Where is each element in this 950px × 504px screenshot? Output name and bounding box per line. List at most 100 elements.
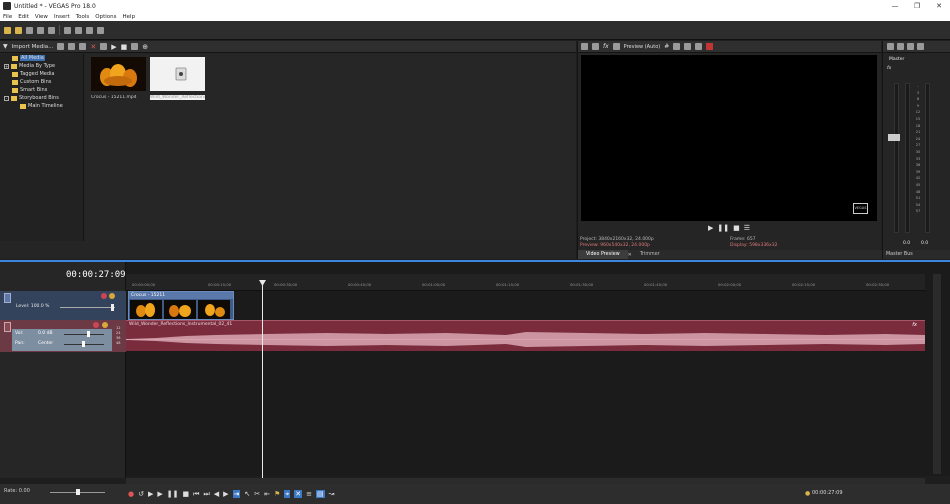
go-to-end-icon[interactable]: ⏭ bbox=[203, 490, 209, 498]
menu-options[interactable]: Options bbox=[92, 14, 119, 20]
ripple-icon[interactable]: ≡ bbox=[306, 490, 312, 498]
properties-icon[interactable] bbox=[48, 26, 55, 34]
speaker-icon[interactable] bbox=[907, 43, 914, 50]
copy-icon[interactable] bbox=[75, 26, 82, 34]
preview-quality-dropdown[interactable]: Preview (Auto) bbox=[624, 44, 661, 50]
stop-icon[interactable]: ■ bbox=[733, 224, 740, 232]
media-fx-icon[interactable] bbox=[79, 43, 87, 50]
stop-icon[interactable]: ■ bbox=[121, 43, 128, 51]
undo-icon[interactable] bbox=[86, 26, 93, 34]
import-media-icon[interactable]: ▼ bbox=[3, 43, 8, 50]
mute-icon[interactable] bbox=[897, 43, 904, 50]
menu-insert[interactable]: Insert bbox=[51, 14, 73, 20]
level-slider-handle[interactable] bbox=[111, 304, 114, 311]
stop-icon[interactable]: ■ bbox=[183, 490, 190, 498]
maximize-button[interactable]: ❐ bbox=[906, 0, 928, 12]
fx-icon[interactable]: fx bbox=[603, 43, 609, 50]
loop-icon[interactable]: ↺ bbox=[138, 490, 144, 498]
play-icon[interactable]: ▶ bbox=[157, 490, 162, 498]
remove-icon[interactable] bbox=[68, 43, 76, 50]
pan-slider-handle[interactable] bbox=[82, 341, 85, 347]
tab-master-bus[interactable]: Master Bus bbox=[883, 250, 950, 259]
menu-icon[interactable]: ☰ bbox=[744, 224, 750, 232]
settings-icon[interactable] bbox=[581, 43, 588, 50]
close-window-button[interactable]: ✕ bbox=[928, 0, 950, 12]
vol-slider-handle[interactable] bbox=[87, 331, 90, 337]
audio-event-clip[interactable]: Wild_Wonder_Reflections_Instrumental_02_… bbox=[126, 320, 925, 351]
vol-slider-track[interactable] bbox=[64, 334, 104, 335]
auto-crossfade-icon[interactable]: ✕ bbox=[294, 490, 303, 498]
collapse-icon[interactable]: - bbox=[4, 95, 9, 101]
record-icon[interactable]: ● bbox=[128, 490, 134, 498]
import-media-button[interactable]: Import Media... bbox=[12, 44, 54, 50]
media-file-audio[interactable]: Wild_Wonder_Reflections_Instrumental_02_… bbox=[150, 57, 212, 103]
track-menu-icon[interactable] bbox=[4, 322, 11, 332]
zoom-icon[interactable]: ⊕ bbox=[142, 43, 148, 51]
play-icon[interactable]: ▶ bbox=[111, 43, 116, 51]
trim-icon[interactable]: ⇤ bbox=[264, 490, 270, 498]
event-fx-icon[interactable]: fx bbox=[912, 322, 917, 328]
go-to-start-icon[interactable]: ⏮ bbox=[193, 490, 199, 498]
delete-icon[interactable]: ✕ bbox=[90, 43, 96, 51]
tab-video-preview[interactable]: Video Preview bbox=[578, 250, 628, 259]
lock-envelopes-icon[interactable]: ▤ bbox=[316, 490, 325, 498]
play-icon[interactable]: ▶ bbox=[708, 224, 713, 232]
menu-edit[interactable]: Edit bbox=[15, 14, 32, 20]
master-fader-handle[interactable] bbox=[888, 134, 900, 141]
new-project-icon[interactable] bbox=[4, 26, 11, 34]
marker-icon[interactable]: ⚑ bbox=[274, 490, 280, 498]
pause-icon[interactable]: ❚❚ bbox=[167, 490, 179, 498]
video-track-header[interactable]: Level: 100.0 % bbox=[0, 291, 126, 321]
select-tool-icon[interactable]: ↖ bbox=[244, 490, 250, 498]
tab-trimmer[interactable]: Trimmer bbox=[632, 250, 668, 259]
track-fx-icon[interactable] bbox=[101, 293, 107, 299]
menu-tools[interactable]: Tools bbox=[73, 14, 93, 20]
rate-slider-handle[interactable] bbox=[76, 489, 80, 495]
fx-icon[interactable]: fx bbox=[887, 66, 891, 71]
speaker-mute-icon[interactable] bbox=[917, 43, 924, 50]
tree-item-smart-bins[interactable]: Smart Bins bbox=[0, 86, 83, 94]
preview-screen[interactable]: VEGAS bbox=[581, 55, 877, 221]
tree-item-all-media[interactable]: All Media bbox=[0, 54, 83, 62]
snap-icon[interactable]: ⌖ bbox=[284, 490, 291, 498]
edit-tool-icon[interactable]: ⇥ bbox=[232, 490, 241, 498]
gear-icon[interactable] bbox=[887, 43, 894, 50]
media-file-video[interactable]: Crocus - 15211.mp4 bbox=[91, 57, 146, 103]
save-icon[interactable] bbox=[26, 26, 33, 34]
capture-icon[interactable] bbox=[57, 43, 65, 50]
split-icon[interactable]: ✂ bbox=[254, 490, 260, 498]
open-icon[interactable] bbox=[15, 26, 22, 34]
cut-icon[interactable] bbox=[64, 26, 71, 34]
next-frame-icon[interactable]: ▶ bbox=[223, 490, 228, 498]
level-slider-track[interactable] bbox=[60, 307, 115, 308]
track-composite-icon[interactable] bbox=[109, 293, 115, 299]
save-as-icon[interactable] bbox=[37, 26, 44, 34]
track-fx-icon[interactable] bbox=[93, 322, 99, 328]
gear-icon[interactable] bbox=[592, 43, 599, 50]
track-mute-icon[interactable] bbox=[102, 322, 108, 328]
video-event-clip[interactable]: Crocus - 15211 bbox=[128, 291, 234, 320]
tree-item-tagged-media[interactable]: Tagged Media bbox=[0, 70, 83, 78]
play-from-start-icon[interactable]: ▶ bbox=[148, 490, 153, 498]
expand-icon[interactable]: + bbox=[4, 63, 9, 69]
playhead-cursor[interactable] bbox=[262, 282, 263, 502]
tree-item-storyboard-bins[interactable]: - Storyboard Bins bbox=[0, 94, 83, 102]
record-icon[interactable] bbox=[706, 43, 714, 50]
minimize-button[interactable]: — bbox=[884, 0, 906, 12]
grid-icon[interactable]: # bbox=[664, 43, 669, 50]
pause-icon[interactable]: ❚❚ bbox=[717, 224, 729, 232]
redo-icon[interactable] bbox=[97, 26, 104, 34]
settings-icon[interactable] bbox=[100, 43, 108, 50]
copy-snapshot-icon[interactable] bbox=[684, 43, 692, 50]
ignore-grouping-icon[interactable]: ↝ bbox=[329, 490, 335, 498]
overlays-icon[interactable] bbox=[673, 43, 681, 50]
views-icon[interactable] bbox=[131, 43, 139, 50]
menu-file[interactable]: File bbox=[0, 14, 15, 20]
master-fader-track[interactable] bbox=[894, 83, 899, 233]
menu-view[interactable]: View bbox=[32, 14, 51, 20]
track-menu-icon[interactable] bbox=[4, 293, 11, 303]
tree-item-main-timeline[interactable]: Main Timeline bbox=[0, 102, 83, 110]
timeline-ruler[interactable]: 00:00:00;00 00:00:15;00 00:00:30;00 00:0… bbox=[126, 274, 925, 291]
menu-help[interactable]: Help bbox=[120, 14, 139, 20]
tree-item-custom-bins[interactable]: Custom Bins bbox=[0, 78, 83, 86]
